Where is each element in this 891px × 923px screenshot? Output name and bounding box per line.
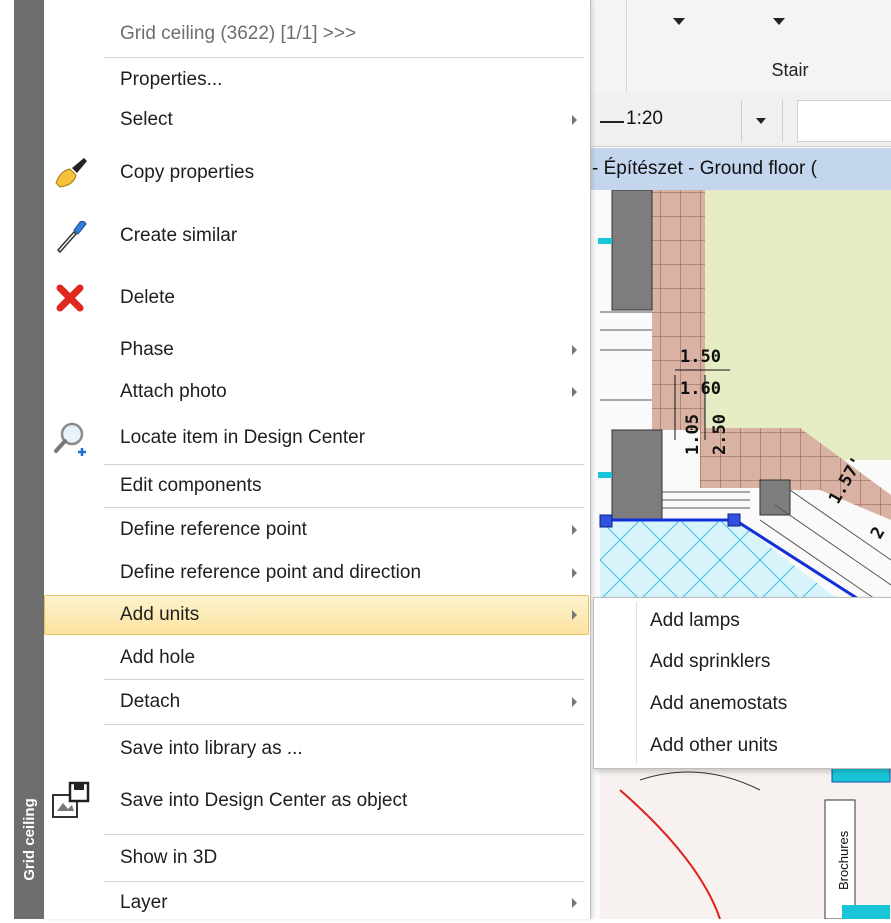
document-title-bar[interactable]: - Építészet - Ground floor (	[588, 148, 891, 190]
scale-line-icon	[600, 121, 624, 123]
room-floor	[705, 190, 891, 460]
left-edge	[0, 0, 14, 919]
menu-header-label: Grid ceiling (3622) [1/1] >>>	[120, 23, 357, 44]
menu-item-label: Create similar	[120, 225, 238, 246]
submenu-arrow-icon	[572, 610, 577, 620]
submenu-item-add-other-units[interactable]: Add other units	[650, 725, 880, 766]
paintbrush-icon	[55, 158, 87, 188]
menu-item-add-hole[interactable]: Add hole	[44, 638, 589, 678]
menu-item-add-units[interactable]: Add units	[44, 595, 589, 635]
menu-item-create-similar[interactable]: Create similar	[44, 212, 589, 260]
menu-item-properties[interactable]: Properties...	[44, 60, 589, 100]
submenu-arrow-icon	[572, 525, 577, 535]
menu-separator	[104, 507, 584, 508]
menu-item-label: Attach photo	[120, 381, 227, 402]
menu-item-phase[interactable]: Phase	[44, 330, 589, 370]
side-tab-label-wrap: Grid ceiling	[14, 759, 44, 919]
menu-item-label: Add hole	[120, 647, 196, 668]
menu-item-select[interactable]: Select	[44, 100, 589, 140]
side-tab-label: Grid ceiling	[20, 797, 38, 881]
menu-item-attach-photo[interactable]: Attach photo	[44, 372, 589, 412]
menu-item-label: Detach	[120, 691, 181, 712]
drawing-canvas[interactable]: 1.50 1.60 1.05 2.50 1.57' 2 Brochures	[588, 190, 891, 919]
window	[598, 472, 612, 478]
menu-item-label: Delete	[120, 287, 175, 308]
menu-item-label: Select	[120, 109, 173, 130]
menu-item-copy-properties[interactable]: Copy properties	[44, 148, 589, 198]
door-frame	[662, 491, 750, 509]
dimension-label: 1.50	[680, 347, 721, 367]
submenu-arrow-icon	[572, 345, 577, 355]
submenu-arrow-icon	[572, 697, 577, 707]
menu-item-save-into-design-center[interactable]: Save into Design Center as object	[44, 774, 589, 828]
menu-item-layer[interactable]: Layer	[44, 883, 589, 923]
window	[598, 238, 612, 244]
submenu-arrow-icon	[572, 898, 577, 908]
menu-item-show-in-3d[interactable]: Show in 3D	[44, 837, 589, 879]
menu-item-edit-components[interactable]: Edit components	[44, 466, 589, 506]
submenu-item-add-sprinklers[interactable]: Add sprinklers	[650, 641, 880, 682]
menu-separator	[104, 464, 584, 465]
wall	[611, 429, 663, 521]
context-menu: Grid ceiling (3622) [1/1] >>> Properties…	[44, 0, 591, 919]
menu-item-label: Copy properties	[120, 162, 255, 183]
ribbon-separator	[626, 0, 627, 92]
window	[831, 767, 891, 783]
menu-header[interactable]: Grid ceiling (3622) [1/1] >>>	[44, 14, 589, 54]
ribbon-dropdown-arrow[interactable]	[773, 18, 785, 25]
menu-separator	[104, 834, 584, 835]
menu-item-label: Define reference point and direction	[120, 562, 422, 583]
window	[842, 905, 890, 919]
dimension-label: 2	[867, 524, 889, 543]
menu-item-define-reference-point[interactable]: Define reference point	[44, 510, 589, 550]
menu-separator	[104, 679, 584, 680]
side-tab[interactable]: Grid ceiling	[14, 0, 44, 919]
dimension-label: 1.05	[683, 414, 703, 455]
menu-separator	[104, 57, 584, 58]
menu-item-locate-in-design-center[interactable]: Locate item in Design Center	[44, 414, 589, 462]
submenu-arrow-icon	[572, 387, 577, 397]
red-x-delete-icon	[56, 284, 84, 312]
menu-item-label: Locate item in Design Center	[120, 427, 366, 448]
menu-item-label: Save into Design Center as object	[120, 790, 408, 811]
eyedropper-icon	[56, 220, 87, 254]
menu-item-label: Edit components	[120, 475, 262, 496]
add-units-submenu: Add lamps Add sprinklers Add anemostats …	[593, 597, 891, 769]
grip-point	[727, 513, 741, 527]
ribbon-group-stair-label: Stair	[771, 60, 809, 80]
menu-item-delete[interactable]: Delete	[44, 274, 589, 322]
menu-item-label: Layer	[120, 892, 168, 913]
submenu-gutter	[636, 602, 637, 764]
menu-separator	[104, 724, 584, 725]
menu-item-label: Define reference point	[120, 519, 307, 540]
menu-separator	[104, 881, 584, 882]
menu-item-label: Save into library as ...	[120, 738, 303, 759]
dimension-label: 2.50	[710, 414, 730, 455]
magnifier-plus-icon	[54, 422, 86, 456]
ribbon-dropdown-arrow[interactable]	[673, 18, 685, 25]
brochures-label: Brochures	[836, 830, 851, 890]
menu-item-label: Show in 3D	[120, 847, 218, 868]
scale-dropdown-button[interactable]	[741, 100, 783, 142]
wall	[611, 190, 653, 311]
save-to-design-center-icon	[52, 781, 90, 818]
menu-item-label: Phase	[120, 339, 174, 360]
toolbar-input[interactable]	[797, 100, 891, 142]
menu-item-label: Add units	[120, 604, 200, 625]
wall-line	[600, 311, 652, 401]
grip-point	[599, 514, 613, 528]
submenu-arrow-icon	[572, 115, 577, 125]
submenu-item-add-lamps[interactable]: Add lamps	[650, 600, 880, 641]
menu-item-label: Properties...	[120, 69, 223, 90]
menu-item-define-reference-point-and-direction[interactable]: Define reference point and direction	[44, 553, 589, 593]
dimension-label: 1.60	[680, 379, 721, 399]
wall	[759, 479, 791, 516]
scale-value[interactable]: 1:20	[626, 108, 663, 130]
menu-item-detach[interactable]: Detach	[44, 682, 589, 722]
chevron-down-icon	[756, 118, 766, 124]
submenu-arrow-icon	[572, 568, 577, 578]
menu-item-save-into-library[interactable]: Save into library as ...	[44, 727, 589, 771]
submenu-item-add-anemostats[interactable]: Add anemostats	[650, 683, 880, 724]
